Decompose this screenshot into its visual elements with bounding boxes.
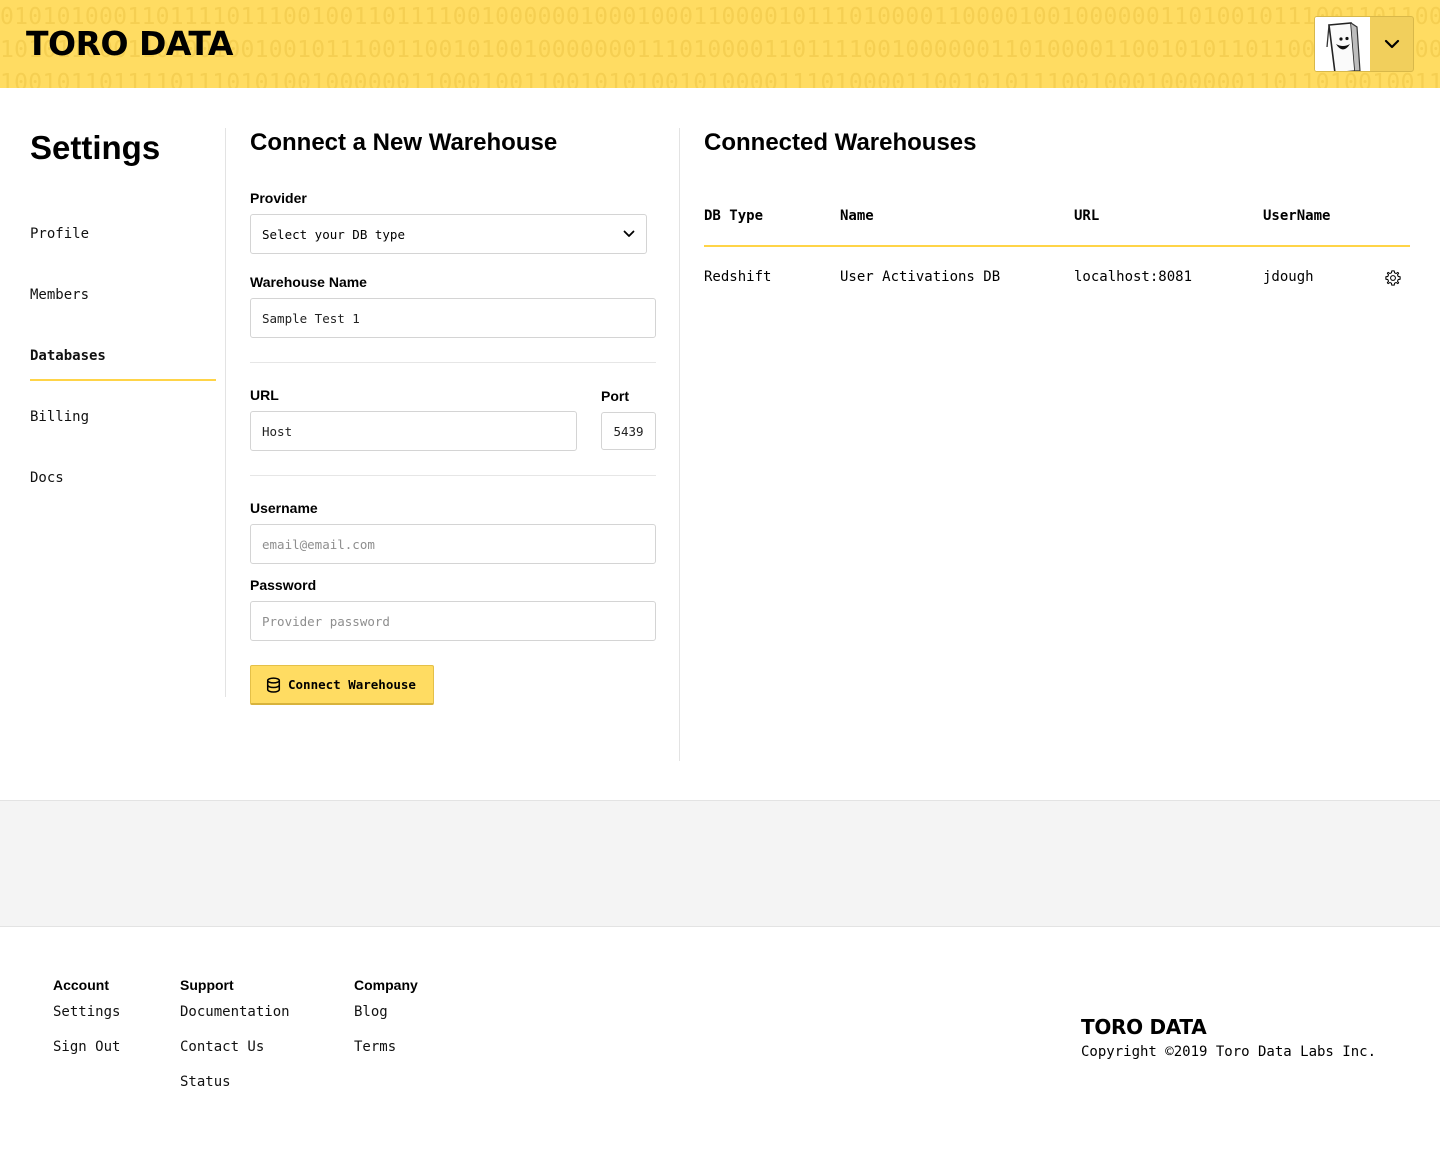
user-menu[interactable] xyxy=(1314,16,1414,72)
sidebar-item-databases[interactable]: Databases xyxy=(30,348,216,364)
page-title: Settings xyxy=(30,129,161,166)
username-input[interactable] xyxy=(250,524,656,564)
footer-link-status[interactable]: Status xyxy=(180,1074,231,1090)
footer-link-settings[interactable]: Settings xyxy=(53,1004,120,1020)
form-divider xyxy=(250,475,656,476)
cell-username: jdough xyxy=(1263,269,1314,285)
table-header-rule xyxy=(704,245,1410,247)
url-label: URL xyxy=(250,387,279,403)
footer-link-documentation[interactable]: Documentation xyxy=(180,1004,290,1020)
column-header-name: Name xyxy=(840,208,874,224)
column-header-url: URL xyxy=(1074,208,1100,224)
footer-link-contact-us[interactable]: Contact Us xyxy=(180,1039,264,1055)
connect-warehouse-button[interactable]: Connect Warehouse xyxy=(250,665,434,705)
sidebar-divider xyxy=(225,128,226,697)
url-input[interactable] xyxy=(250,411,577,451)
form-divider xyxy=(250,362,656,363)
provider-select-value: Select your DB type xyxy=(262,226,405,242)
column-header-db-type: DB Type xyxy=(704,208,764,224)
footer-heading-account: Account xyxy=(53,977,109,993)
sidebar-item-billing[interactable]: Billing xyxy=(30,409,216,425)
chevron-down-icon xyxy=(623,230,635,237)
column-header-username: UserName xyxy=(1263,208,1331,224)
password-label: Password xyxy=(250,577,317,593)
username-label: Username xyxy=(250,500,318,516)
warehouse-name-input[interactable] xyxy=(250,298,656,338)
footer-link-blog[interactable]: Blog xyxy=(354,1004,388,1020)
sidebar-item-members[interactable]: Members xyxy=(30,287,216,303)
gear-icon[interactable] xyxy=(1384,269,1402,287)
provider-label: Provider xyxy=(250,190,307,206)
avatar[interactable] xyxy=(1315,17,1370,71)
column-divider xyxy=(679,128,680,761)
footer-link-terms[interactable]: Terms xyxy=(354,1039,396,1055)
footer-heading-support: Support xyxy=(180,977,234,993)
connected-warehouses-title: Connected Warehouses xyxy=(704,129,977,156)
footer-link-sign-out[interactable]: Sign Out xyxy=(53,1039,120,1055)
logo[interactable]: TORO DATA xyxy=(26,24,233,64)
binary-pattern: 1001011011110111010100100000011000100110… xyxy=(0,72,1440,88)
top-header: 0101010001101111011100100110111100100000… xyxy=(0,0,1440,88)
connect-warehouse-label: Connect Warehouse xyxy=(288,677,416,692)
avatar-illustration-icon xyxy=(1315,17,1370,71)
footer-heading-company: Company xyxy=(354,977,418,993)
cell-db-type: Redshift xyxy=(704,269,772,285)
port-label: Port xyxy=(601,388,629,404)
provider-select[interactable]: Select your DB type xyxy=(250,214,647,254)
sidebar-item-profile[interactable]: Profile xyxy=(30,226,216,242)
active-indicator xyxy=(30,379,216,381)
chevron-down-icon xyxy=(1384,39,1399,49)
database-icon xyxy=(266,676,281,693)
footer-logo: TORO DATA xyxy=(1081,1015,1207,1039)
content-spacer-band xyxy=(0,800,1440,927)
copyright-text: Copyright ©2019 Toro Data Labs Inc. xyxy=(1081,1044,1377,1060)
password-input[interactable] xyxy=(250,601,656,641)
cell-name: User Activations DB xyxy=(840,269,1001,285)
port-input[interactable] xyxy=(601,412,656,450)
connect-warehouse-title: Connect a New Warehouse xyxy=(250,129,558,156)
user-menu-toggle[interactable] xyxy=(1370,17,1413,71)
warehouse-name-label: Warehouse Name xyxy=(250,274,367,290)
sidebar-item-docs[interactable]: Docs xyxy=(30,470,216,486)
cell-url: localhost:8081 xyxy=(1074,269,1193,285)
